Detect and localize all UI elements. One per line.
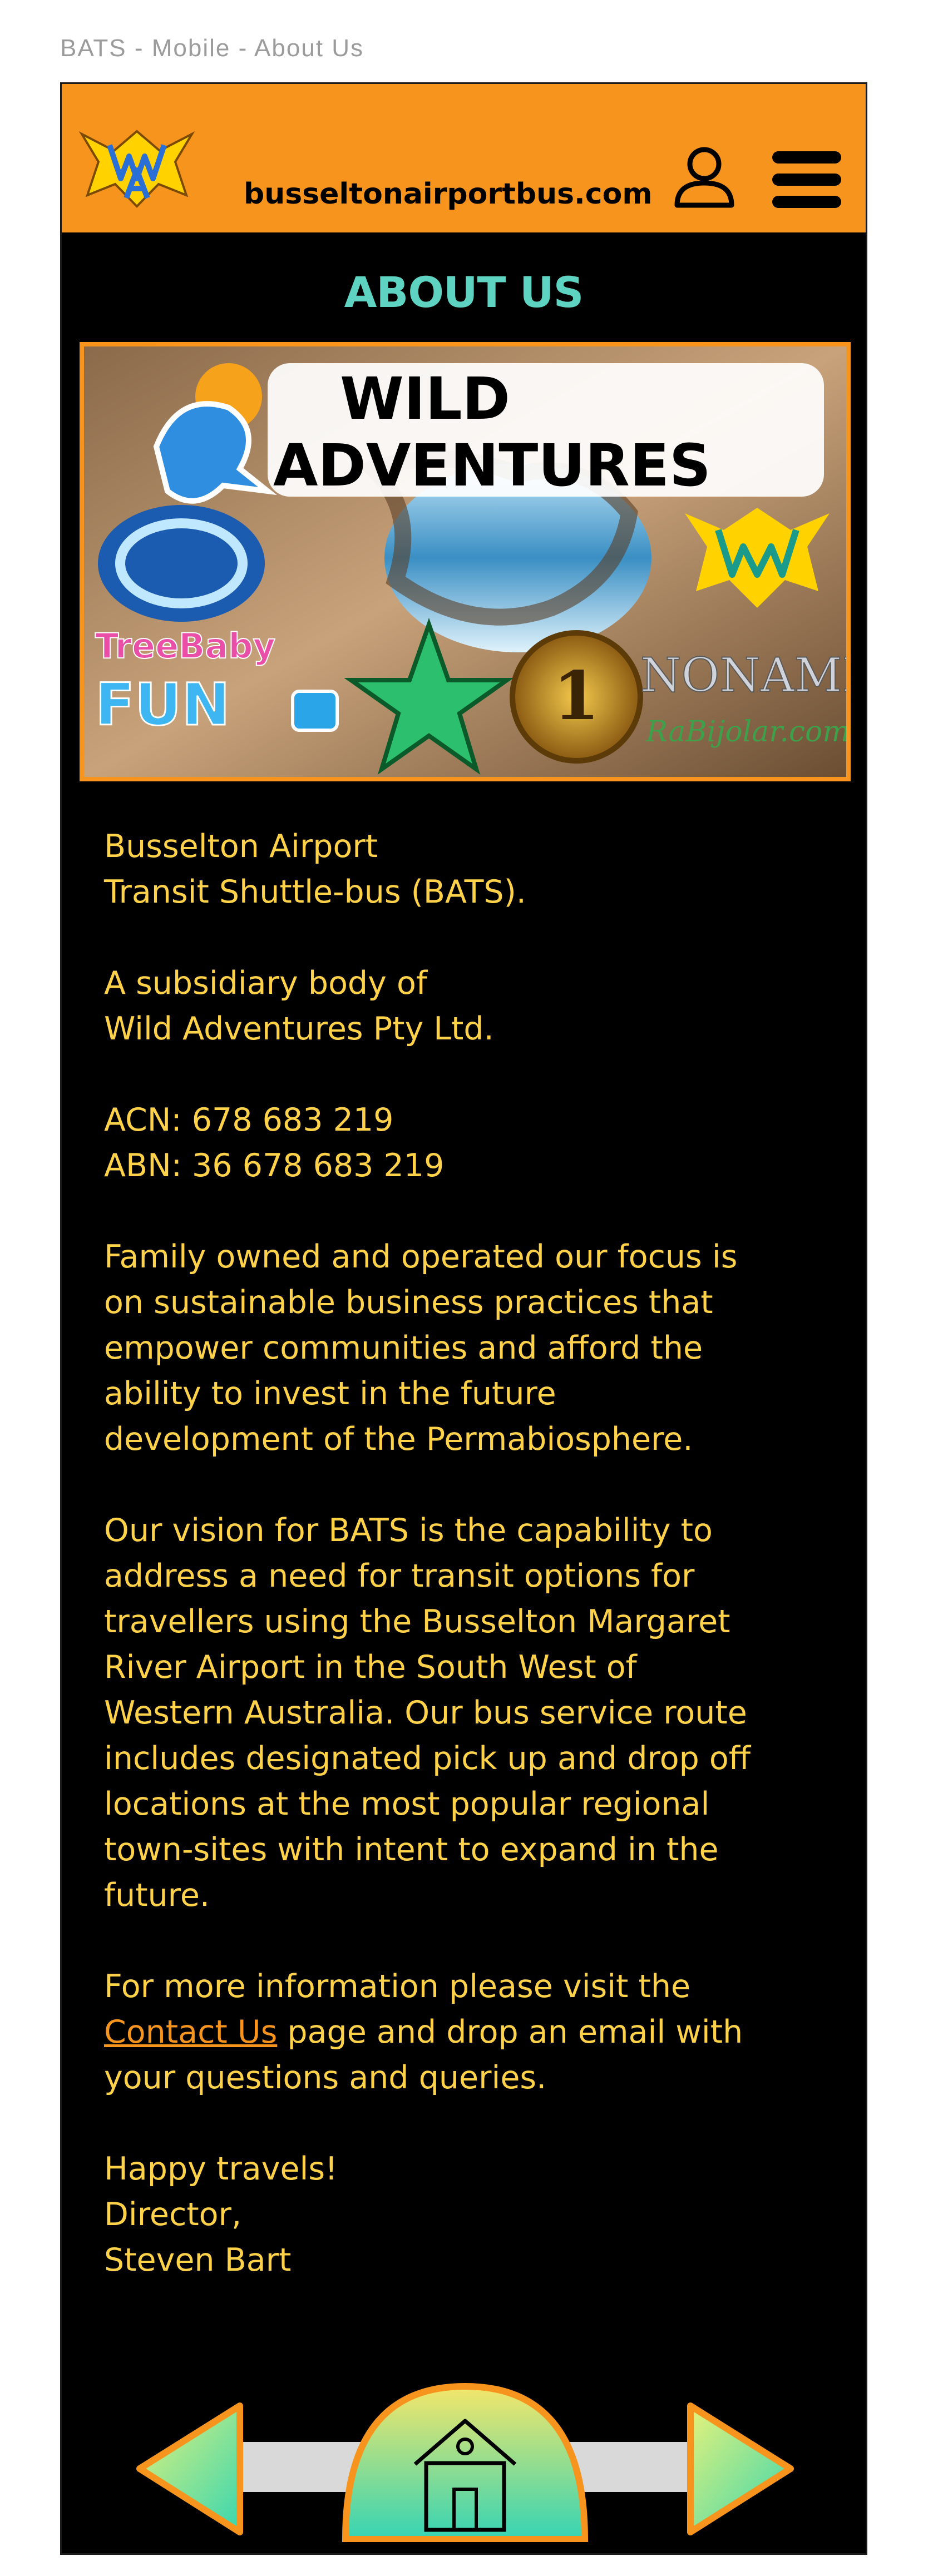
signoff-name: Steven Bart (104, 2242, 292, 2278)
para-registration: ACN: 678 683 219 ABN: 36 678 683 219 (104, 1097, 838, 1188)
para-focus: Family owned and operated our focus is o… (104, 1234, 838, 1462)
box-icon (291, 690, 339, 732)
text-line: town-sites with intent to expand in the (104, 1831, 719, 1868)
wa-bat-logo-icon[interactable] (76, 123, 198, 212)
para-vision: Our vision for BATS is the capability to… (104, 1508, 838, 1918)
noname-text: NONAME (640, 648, 846, 702)
abn-line: ABN: 36 678 683 219 (104, 1147, 445, 1184)
signoff-greeting: Happy travels! (104, 2151, 338, 2187)
text-line: Western Australia. Our bus service route (104, 1695, 747, 1731)
home-icon[interactable] (342, 2382, 589, 2542)
page-title: ABOUT US (344, 267, 584, 317)
text-line: on sustainable business practices that (104, 1284, 713, 1321)
footer-nav (136, 2382, 794, 2542)
text-line: Busselton Airport (104, 828, 378, 865)
fun-text: FUN (95, 671, 230, 739)
arrow-right-icon[interactable] (687, 2402, 794, 2535)
treebaby-text: TreeBaby (95, 626, 275, 666)
text-line: address a need for transit options for (104, 1558, 695, 1594)
text-line: A subsidiary body of (104, 965, 427, 1002)
text-fragment: page and drop an email with (277, 2014, 743, 2050)
banner-headline-1: WILD (340, 365, 510, 433)
text-line: Contact Us page and drop an email with (104, 2009, 838, 2055)
text-line: Transit Shuttle-bus (BATS). (104, 874, 526, 910)
hamburger-menu-icon[interactable] (770, 149, 843, 210)
about-content: Busselton Airport Transit Shuttle-bus (B… (104, 824, 838, 2329)
text-line: River Airport in the South West of (104, 1649, 637, 1686)
signoff: Happy travels! Director, Steven Bart (104, 2146, 838, 2283)
user-icon[interactable] (674, 146, 735, 209)
text-line: ability to invest in the future (104, 1375, 556, 1412)
text-line: includes designated pick up and drop off (104, 1740, 751, 1777)
page-caption: BATS - Mobile - About Us (60, 34, 364, 62)
para-company: Busselton Airport Transit Shuttle-bus (B… (104, 824, 838, 915)
para-subsidiary: A subsidiary body of Wild Adventures Pty… (104, 960, 838, 1052)
signoff-title: Director, (104, 2196, 242, 2233)
mobile-frame: busseltonairportbus.com ABOUT US WILD AD… (60, 82, 867, 2555)
text-line: development of the Permabiosphere. (104, 1421, 693, 1458)
text-line: your questions and queries. (104, 2059, 547, 2096)
contact-us-link[interactable]: Contact Us (104, 2014, 277, 2050)
acn-line: ACN: 678 683 219 (104, 1102, 394, 1138)
ring-logo-icon (98, 505, 265, 622)
text-line: empower communities and afford the (104, 1330, 703, 1366)
arrow-left-icon[interactable] (136, 2402, 243, 2535)
text-line: travellers using the Busselton Margaret (104, 1603, 730, 1640)
coin-label: 1 (553, 657, 600, 735)
site-url[interactable]: busseltonairportbus.com (244, 177, 653, 211)
para-contact: For more information please visit the Co… (104, 1964, 838, 2101)
text-line: For more information please visit the (104, 1968, 691, 2005)
text-line: future. (104, 1877, 210, 1914)
banner-headline-2: ADVENTURES (273, 432, 711, 499)
site-header: busseltonairportbus.com (62, 84, 866, 234)
wild-adventures-banner: WILD ADVENTURES TreeBaby FUN 1 NONAME Ra… (80, 342, 851, 781)
text-line: Family owned and operated our focus is (104, 1239, 738, 1275)
text-line: locations at the most popular regional (104, 1786, 710, 1822)
text-line: Wild Adventures Pty Ltd. (104, 1010, 494, 1047)
noname-url: RaBijolar.com (645, 715, 846, 749)
text-line: Our vision for BATS is the capability to (104, 1512, 713, 1549)
